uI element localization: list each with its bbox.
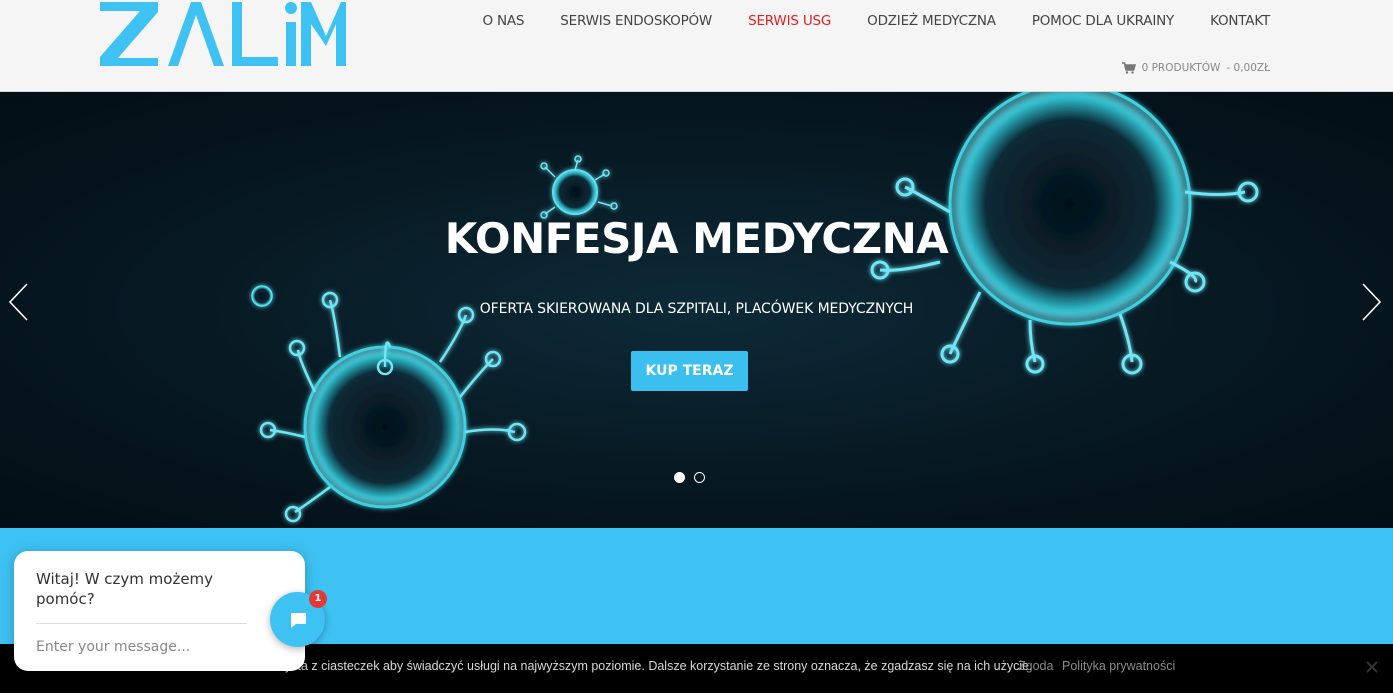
nav-item-kontakt[interactable]: KONTAKT [1192,12,1270,30]
chevron-right-icon[interactable] [1361,282,1383,322]
nav-item-o-nas[interactable]: O NAS [464,12,542,30]
chat-message-input[interactable] [36,635,247,659]
nav-item-odziez-medyczna[interactable]: ODZIEŻ MEDYCZNA [849,12,1014,30]
zalim-logo[interactable] [98,0,348,70]
hero-slider: KONFESJA MEDYCZNA OFERTA SKIEROWANA DLA … [0,92,1393,528]
main-nav: O NAS SERWIS ENDOSKOPÓW SERWIS USG ODZIE… [464,12,1270,30]
cart-summary[interactable]: 0 PRODUKTÓW - 0,00ZŁ [1121,62,1270,74]
cart-products: 0 PRODUKTÓW [1141,62,1221,74]
chevron-left-icon[interactable] [7,282,29,322]
nav-item-serwis-endoskopow[interactable]: SERWIS ENDOSKOPÓW [542,12,730,30]
site-header: O NAS SERWIS ENDOSKOPÓW SERWIS USG ODZIE… [0,0,1393,92]
chat-greeting: Witaj! W czym możemy pomóc? [36,570,214,608]
chat-popup: Witaj! W czym możemy pomóc? [14,551,305,671]
notification-badge: 1 [309,590,327,608]
cart-icon [1121,62,1136,74]
hero-subtitle: OFERTA SKIEROWANA DLA SZPITALI, PLACÓWEK… [479,301,914,317]
cookie-accept-link[interactable]: Zgoda [1018,659,1053,673]
slider-dot-2[interactable] [694,472,705,483]
chat-bubble-icon [290,612,306,628]
close-icon[interactable] [1365,660,1379,674]
hero-title: KONFESJA MEDYCZNA [444,214,949,263]
nav-item-serwis-usg[interactable]: SERWIS USG [730,12,849,30]
nav-item-pomoc-dla-ukrainy[interactable]: POMOC DLA UKRAINY [1014,12,1192,30]
buy-now-button[interactable]: KUP TERAZ [631,351,748,391]
cart-total: - 0,00ZŁ [1226,62,1270,74]
cookie-text: ysta z ciasteczek aby świadczyć usługi n… [285,659,1033,673]
slider-pagination [674,472,705,483]
privacy-policy-link[interactable]: Polityka prywatności [1062,659,1175,673]
chat-divider [36,623,247,624]
slider-dot-1[interactable] [674,472,685,483]
